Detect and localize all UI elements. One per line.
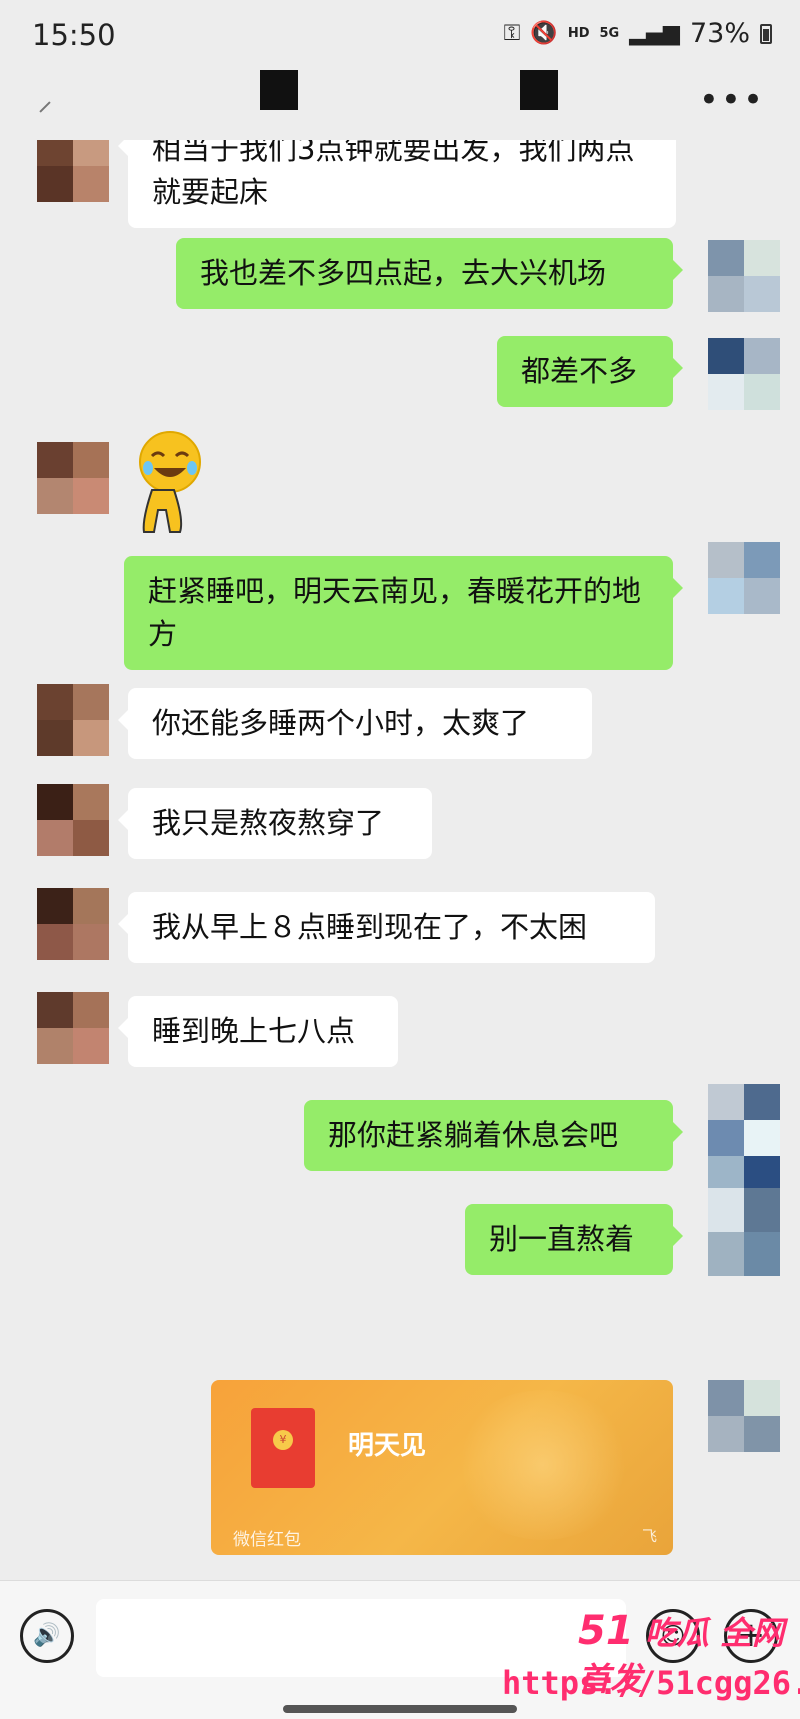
avatar[interactable]	[708, 240, 780, 312]
red-packet-card[interactable]: ¥ 明天见 微信红包 飞	[211, 1380, 673, 1555]
voice-icon[interactable]: 🔊	[20, 1609, 74, 1663]
red-packet-footer-right: 飞	[641, 1527, 657, 1545]
red-packet-footer: 微信红包	[233, 1530, 301, 1550]
message-bubble-incoming[interactable]: 我从早上８点睡到现在了，不太困	[118, 892, 655, 963]
message-bubble-outgoing[interactable]: 都差不多	[497, 336, 683, 407]
avatar[interactable]	[708, 1188, 780, 1276]
avatar[interactable]	[37, 442, 109, 514]
message-bubble-incoming[interactable]: 睡到晚上七八点	[118, 996, 398, 1067]
redacted-chat-name-block	[260, 70, 298, 110]
key-icon: ⚿	[503, 20, 521, 46]
mute-vibrate-icon: 🔇	[530, 20, 558, 46]
message-bubble-incoming[interactable]: 相当于我们3点钟就要出发，我们两点就要起床	[118, 140, 676, 228]
avatar[interactable]	[708, 1380, 780, 1452]
avatar[interactable]	[708, 1084, 780, 1192]
message-list[interactable]: 相当于我们3点钟就要出发，我们两点就要起床 我也差不多四点起，去大兴机场 都差不…	[0, 140, 800, 1580]
red-packet-decoration	[453, 1390, 633, 1540]
redacted-chat-name-block	[520, 70, 558, 110]
message-bubble-incoming[interactable]: 我只是熬夜熬穿了	[118, 788, 432, 859]
message-bubble-outgoing[interactable]: 我也差不多四点起，去大兴机场	[176, 238, 683, 309]
watermark-url: https://51cgg26.com	[502, 1664, 800, 1702]
top-nav: •••	[0, 70, 800, 150]
message-bubble-incoming[interactable]: 你还能多睡两个小时，太爽了	[118, 688, 592, 759]
status-icons: ⚿ 🔇 HD 5G ▂▄▆ 73%	[504, 18, 772, 49]
avatar[interactable]	[37, 784, 109, 856]
laughing-crying-emoji-sticker[interactable]	[130, 428, 220, 538]
watermark-number: 51	[578, 1608, 634, 1654]
message-bubble-outgoing[interactable]: 赶紧睡吧，明天云南见，春暖花开的地方	[124, 556, 683, 670]
more-icon[interactable]: •••	[699, 80, 765, 120]
red-packet-title: 明天见	[348, 1431, 427, 1461]
coin-icon: ¥	[273, 1430, 293, 1450]
network-label: 5G	[599, 25, 620, 41]
status-bar: 15:50 ⚿ 🔇 HD 5G ▂▄▆ 73%	[0, 0, 800, 70]
message-bubble-outgoing[interactable]: 那你赶紧躺着休息会吧	[304, 1100, 683, 1171]
chat-screen: 15:50 ⚿ 🔇 HD 5G ▂▄▆ 73% ••• 相当于我们3点钟就要出发…	[0, 0, 800, 1719]
battery-icon	[760, 23, 772, 44]
avatar[interactable]	[37, 888, 109, 960]
back-icon[interactable]	[30, 94, 60, 124]
avatar[interactable]	[708, 542, 780, 614]
message-bubble-outgoing[interactable]: 别一直熬着	[465, 1204, 683, 1275]
avatar[interactable]	[37, 992, 109, 1064]
avatar[interactable]	[37, 140, 109, 202]
red-envelope-icon: ¥	[251, 1408, 315, 1488]
avatar[interactable]	[37, 684, 109, 756]
status-time: 15:50	[32, 18, 116, 52]
avatar[interactable]	[708, 338, 780, 410]
battery-percent: 73%	[689, 18, 750, 49]
home-indicator[interactable]	[283, 1705, 517, 1713]
hd-label: HD	[567, 25, 590, 41]
signal-icon: ▂▄▆	[629, 20, 680, 46]
